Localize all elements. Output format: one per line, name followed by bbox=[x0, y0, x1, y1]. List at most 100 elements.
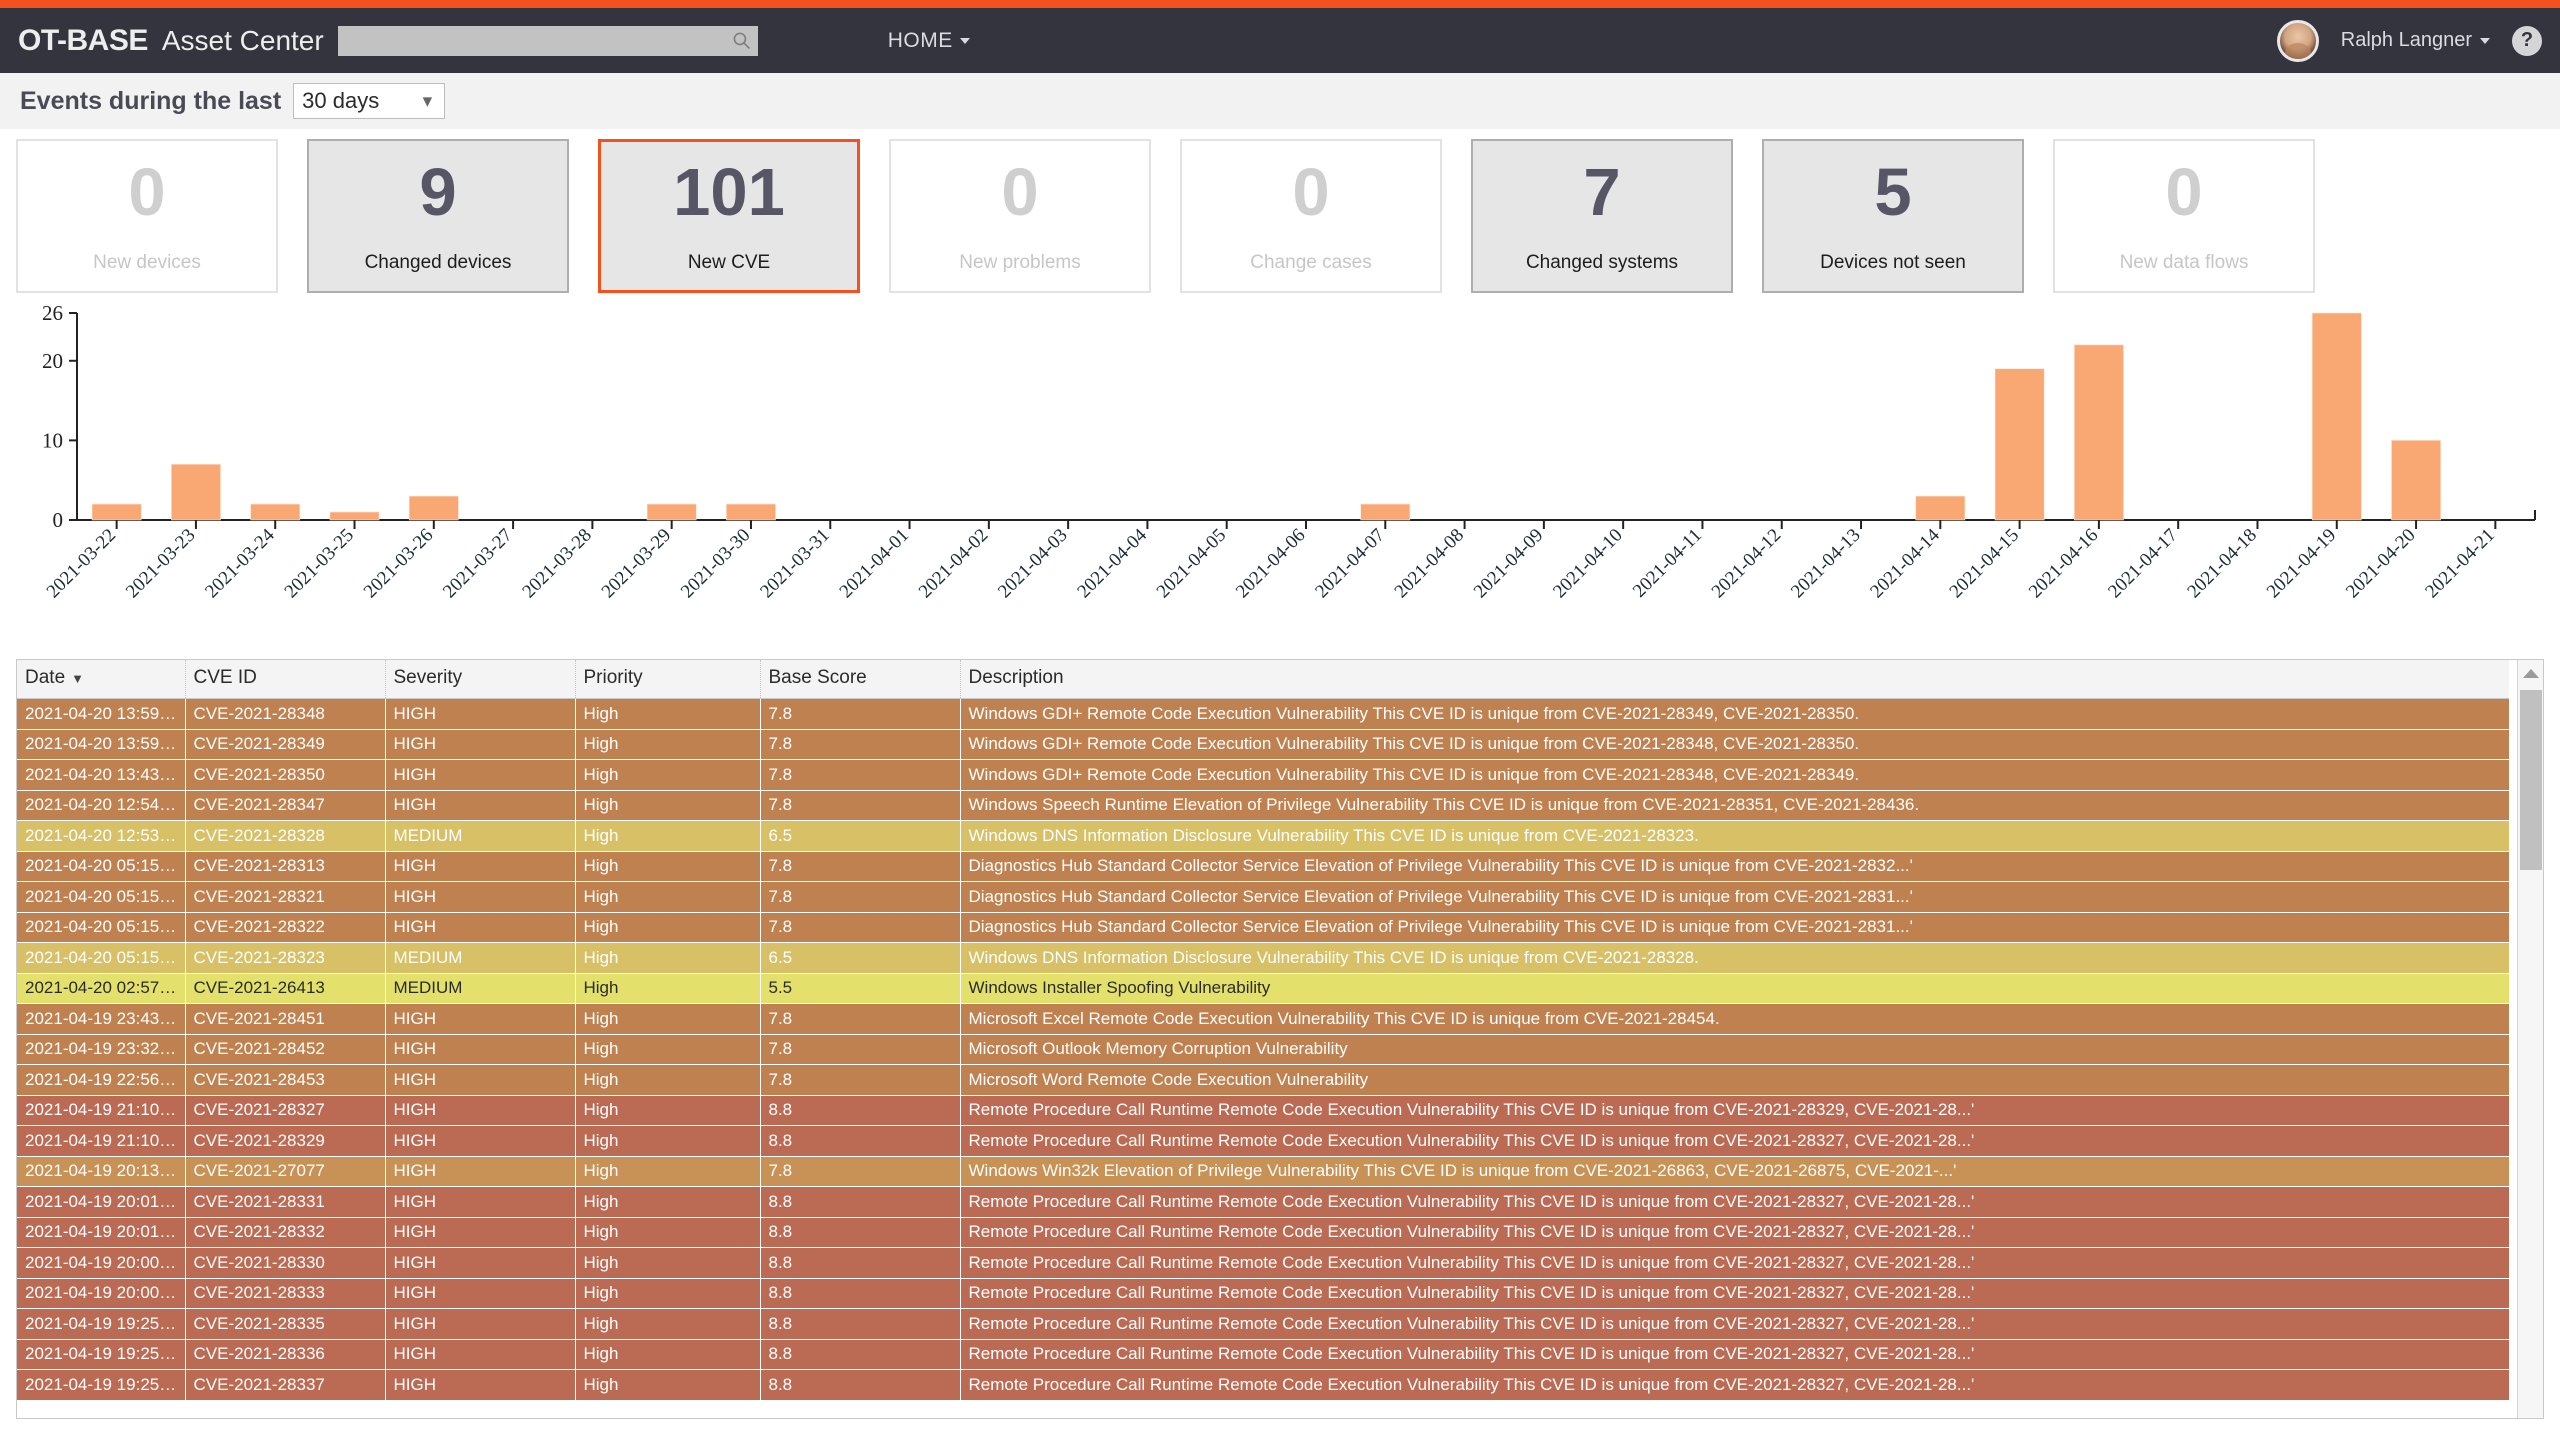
svg-text:2021-04-07: 2021-04-07 bbox=[1311, 525, 1389, 603]
column-header-severity[interactable]: Severity bbox=[385, 660, 575, 699]
cell-base-score: 7.8 bbox=[760, 912, 960, 943]
search-input[interactable] bbox=[338, 26, 758, 56]
events-label: Events during the last bbox=[20, 87, 281, 116]
cell-severity: HIGH bbox=[385, 851, 575, 882]
kpi-label: New data flows bbox=[2120, 252, 2249, 274]
cell-base-score: 8.8 bbox=[760, 1278, 960, 1309]
cell-description: Remote Procedure Call Runtime Remote Cod… bbox=[960, 1309, 2509, 1340]
svg-text:2021-04-09: 2021-04-09 bbox=[1470, 525, 1548, 603]
events-toolbar: Events during the last 30 days ▾ bbox=[0, 73, 2560, 129]
table-row[interactable]: 2021-04-19 20:00:00CVE-2021-28333HIGHHig… bbox=[17, 1278, 2509, 1309]
kpi-card-new-data-flows[interactable]: 0 New data flows bbox=[2053, 139, 2315, 293]
cell-description: Remote Procedure Call Runtime Remote Cod… bbox=[960, 1339, 2509, 1370]
nav-item-home[interactable]: HOME bbox=[888, 29, 970, 53]
svg-text:2021-04-05: 2021-04-05 bbox=[1153, 525, 1231, 603]
table-row[interactable]: 2021-04-20 12:53:00CVE-2021-28328MEDIUMH… bbox=[17, 821, 2509, 852]
kpi-card-new-problems[interactable]: 0 New problems bbox=[889, 139, 1151, 293]
table-row[interactable]: 2021-04-20 12:54:00CVE-2021-28347HIGHHig… bbox=[17, 790, 2509, 821]
table-row[interactable]: 2021-04-19 20:13:00CVE-2021-27077HIGHHig… bbox=[17, 1156, 2509, 1187]
table-row[interactable]: 2021-04-20 05:15:00CVE-2021-28313HIGHHig… bbox=[17, 851, 2509, 882]
table-row[interactable]: 2021-04-19 22:56:00CVE-2021-28453HIGHHig… bbox=[17, 1065, 2509, 1096]
cell-cve-id: CVE-2021-28327 bbox=[185, 1095, 385, 1126]
cell-priority: High bbox=[575, 973, 760, 1004]
cell-description: Remote Procedure Call Runtime Remote Cod… bbox=[960, 1126, 2509, 1157]
kpi-label: Changed systems bbox=[1526, 252, 1678, 274]
svg-text:20: 20 bbox=[42, 349, 63, 373]
cell-cve-id: CVE-2021-28313 bbox=[185, 851, 385, 882]
cell-date: 2021-04-19 23:43:00 bbox=[17, 1004, 185, 1035]
cell-base-score: 5.5 bbox=[760, 973, 960, 1004]
cell-severity: HIGH bbox=[385, 1248, 575, 1279]
table-row[interactable]: 2021-04-20 13:43:00CVE-2021-28350HIGHHig… bbox=[17, 760, 2509, 791]
kpi-row: 0 New devices 9 Changed devices 101 New … bbox=[0, 129, 2560, 293]
cell-priority: High bbox=[575, 1187, 760, 1218]
scroll-up-button[interactable] bbox=[2518, 660, 2544, 686]
kpi-card-change-cases[interactable]: 0 Change cases bbox=[1180, 139, 1442, 293]
avatar[interactable] bbox=[2277, 20, 2319, 62]
cell-description: Windows Speech Runtime Elevation of Priv… bbox=[960, 790, 2509, 821]
table-row[interactable]: 2021-04-19 20:01:00CVE-2021-28331HIGHHig… bbox=[17, 1187, 2509, 1218]
svg-text:2021-03-26: 2021-03-26 bbox=[360, 525, 438, 603]
cell-cve-id: CVE-2021-28451 bbox=[185, 1004, 385, 1035]
kpi-card-changed-systems[interactable]: 7 Changed systems bbox=[1471, 139, 1733, 293]
table-row[interactable]: 2021-04-19 19:25:00CVE-2021-28335HIGHHig… bbox=[17, 1309, 2509, 1340]
svg-text:2021-04-08: 2021-04-08 bbox=[1391, 525, 1469, 603]
cell-description: Remote Procedure Call Runtime Remote Cod… bbox=[960, 1095, 2509, 1126]
column-header-cve-id[interactable]: CVE ID bbox=[185, 660, 385, 699]
svg-text:2021-03-31: 2021-03-31 bbox=[756, 525, 834, 603]
column-header-description[interactable]: Description bbox=[960, 660, 2509, 699]
column-header-base-score[interactable]: Base Score bbox=[760, 660, 960, 699]
table-row[interactable]: 2021-04-20 05:15:00CVE-2021-28321HIGHHig… bbox=[17, 882, 2509, 913]
table-row[interactable]: 2021-04-20 05:15:00CVE-2021-28322HIGHHig… bbox=[17, 912, 2509, 943]
kpi-card-new-cve[interactable]: 101 New CVE bbox=[598, 139, 860, 293]
table-row[interactable]: 2021-04-19 23:32:00CVE-2021-28452HIGHHig… bbox=[17, 1034, 2509, 1065]
table-header-row: Date▼ CVE ID Severity Priority Base Scor… bbox=[17, 660, 2509, 699]
cell-cve-id: CVE-2021-28347 bbox=[185, 790, 385, 821]
kpi-card-devices-not-seen[interactable]: 5 Devices not seen bbox=[1762, 139, 2024, 293]
table-row[interactable]: 2021-04-19 19:25:00CVE-2021-28337HIGHHig… bbox=[17, 1370, 2509, 1401]
cve-table-container: Date▼ CVE ID Severity Priority Base Scor… bbox=[16, 659, 2544, 1419]
time-range-select[interactable]: 30 days ▾ bbox=[293, 83, 445, 119]
table-row[interactable]: 2021-04-19 23:43:00CVE-2021-28451HIGHHig… bbox=[17, 1004, 2509, 1035]
kpi-card-new-devices[interactable]: 0 New devices bbox=[16, 139, 278, 293]
brand[interactable]: OT-BASE Asset Center bbox=[18, 24, 324, 58]
kpi-label: New problems bbox=[959, 252, 1080, 274]
table-row[interactable]: 2021-04-19 20:01:00CVE-2021-28332HIGHHig… bbox=[17, 1217, 2509, 1248]
svg-text:2021-04-14: 2021-04-14 bbox=[1866, 524, 1944, 602]
cell-priority: High bbox=[575, 1126, 760, 1157]
cell-date: 2021-04-20 05:15:00 bbox=[17, 851, 185, 882]
cell-description: Remote Procedure Call Runtime Remote Cod… bbox=[960, 1248, 2509, 1279]
svg-text:2021-03-22: 2021-03-22 bbox=[43, 525, 121, 603]
cell-priority: High bbox=[575, 1156, 760, 1187]
table-row[interactable]: 2021-04-19 19:25:00CVE-2021-28336HIGHHig… bbox=[17, 1339, 2509, 1370]
cell-cve-id: CVE-2021-28335 bbox=[185, 1309, 385, 1340]
cell-base-score: 7.8 bbox=[760, 1004, 960, 1035]
user-menu[interactable]: Ralph Langner bbox=[2341, 29, 2490, 52]
search-box[interactable] bbox=[338, 26, 758, 56]
table-row[interactable]: 2021-04-20 13:59:00CVE-2021-28348HIGHHig… bbox=[17, 699, 2509, 730]
table-row[interactable]: 2021-04-20 02:57:00CVE-2021-26413MEDIUMH… bbox=[17, 973, 2509, 1004]
svg-text:2021-04-21: 2021-04-21 bbox=[2421, 525, 2499, 603]
scrollbar-thumb[interactable] bbox=[2520, 690, 2542, 870]
svg-text:2021-03-27: 2021-03-27 bbox=[439, 525, 517, 603]
cell-base-score: 8.8 bbox=[760, 1339, 960, 1370]
kpi-card-changed-devices[interactable]: 9 Changed devices bbox=[307, 139, 569, 293]
cell-description: Diagnostics Hub Standard Collector Servi… bbox=[960, 851, 2509, 882]
column-header-priority[interactable]: Priority bbox=[575, 660, 760, 699]
help-icon[interactable]: ? bbox=[2512, 26, 2542, 56]
table-row[interactable]: 2021-04-19 20:00:00CVE-2021-28330HIGHHig… bbox=[17, 1248, 2509, 1279]
cell-date: 2021-04-20 13:59:00 bbox=[17, 729, 185, 760]
cell-priority: High bbox=[575, 912, 760, 943]
cell-severity: HIGH bbox=[385, 1370, 575, 1401]
table-row[interactable]: 2021-04-20 13:59:00CVE-2021-28349HIGHHig… bbox=[17, 729, 2509, 760]
vertical-scrollbar[interactable] bbox=[2517, 660, 2543, 1418]
table-row[interactable]: 2021-04-20 05:15:00CVE-2021-28323MEDIUMH… bbox=[17, 943, 2509, 974]
table-row[interactable]: 2021-04-19 21:10:00CVE-2021-28327HIGHHig… bbox=[17, 1095, 2509, 1126]
cell-priority: High bbox=[575, 882, 760, 913]
cell-base-score: 6.5 bbox=[760, 821, 960, 852]
main-nav: HOME bbox=[888, 29, 970, 53]
column-header-date[interactable]: Date▼ bbox=[17, 660, 185, 699]
kpi-value: 7 bbox=[1583, 159, 1620, 226]
cell-description: Microsoft Outlook Memory Corruption Vuln… bbox=[960, 1034, 2509, 1065]
table-row[interactable]: 2021-04-19 21:10:00CVE-2021-28329HIGHHig… bbox=[17, 1126, 2509, 1157]
